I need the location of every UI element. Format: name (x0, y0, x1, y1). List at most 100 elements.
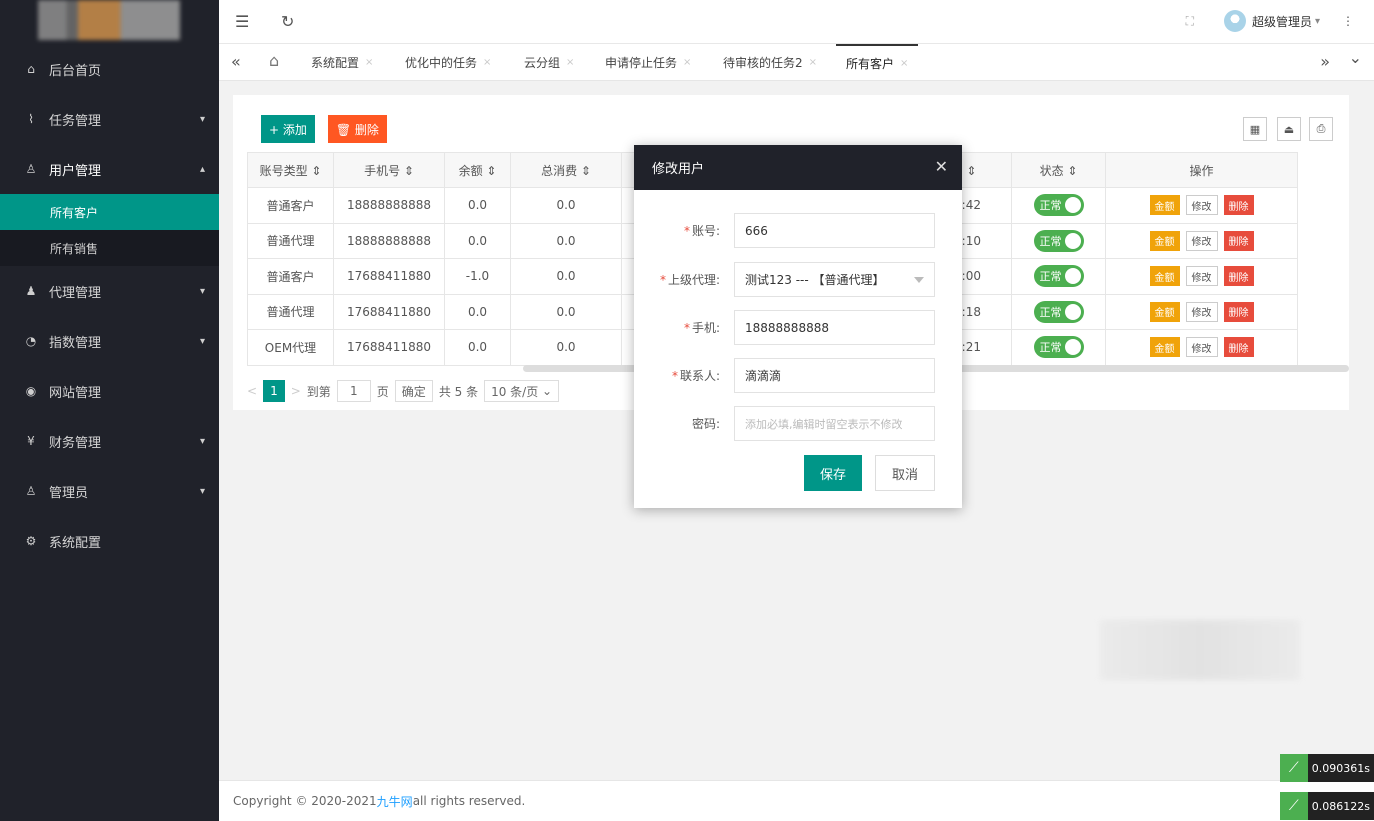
amount-button[interactable]: 金额 (1149, 195, 1180, 216)
amount-button[interactable]: 金额 (1149, 337, 1180, 358)
top-bar: ☰ ↻ ⛶ 超级管理员 ▾ ⋮ (219, 0, 1374, 44)
status-toggle[interactable]: 正常 (1033, 336, 1084, 359)
tab-label: 所有客户 (846, 57, 895, 71)
parent-agent-select[interactable]: 测试123 --- 【普通代理】 (734, 262, 935, 297)
cancel-button[interactable]: 取消 (875, 455, 935, 491)
status-cell: 正常 (1011, 258, 1106, 295)
tabs-bar: « ⌂ 系统配置 × 优化中的任务 × 云分组 × 申请停止任务 × 待审核的任务2 × 所有客户 ×… (219, 44, 1374, 81)
row-delete-button[interactable]: 删除 (1223, 230, 1254, 251)
goto-confirm-button[interactable]: 确定 (394, 380, 433, 402)
close-icon[interactable]: × (683, 57, 691, 68)
sidebar-item[interactable]: ♟ 代理管理 ▾ (0, 266, 219, 316)
column-header[interactable]: 总消费 ⇕ (510, 152, 622, 188)
save-button[interactable]: 保存 (804, 455, 862, 491)
total-cell: 0.0 (510, 258, 622, 295)
tab[interactable]: 所有客户 × (836, 44, 919, 81)
tab[interactable]: 优化中的任务 × (395, 44, 501, 81)
sidebar-item[interactable]: ♙ 管理员 ▾ (0, 466, 219, 516)
delete-button[interactable]: 🗑 删除 (327, 115, 387, 143)
goto-page-input[interactable]: 1 (336, 380, 371, 402)
tab[interactable]: 云分组 × (514, 44, 584, 81)
sidebar-item-label: 系统配置 (49, 535, 102, 551)
status-toggle[interactable]: 正常 (1033, 229, 1084, 252)
phone-row: * 手机: 18888888888 (634, 310, 962, 345)
balance-cell: 0.0 (444, 222, 511, 259)
sidebar-item[interactable]: ◉ 网站管理 (0, 366, 219, 416)
sidebar-subitem[interactable]: 所有客户 (0, 194, 219, 230)
export-icon[interactable]: ⏏ (1277, 117, 1301, 141)
tab-label: 系统配置 (311, 56, 360, 70)
password-field[interactable]: 添加必填,编辑时留空表示不修改 (734, 406, 935, 441)
row-delete-button[interactable]: 删除 (1223, 266, 1254, 287)
timer-value: 0.086122s (1311, 799, 1370, 813)
password-row: 密码: 添加必填,编辑时留空表示不修改 (634, 406, 962, 441)
next-page-button[interactable]: > (291, 384, 301, 398)
status-cell: 正常 (1011, 187, 1106, 224)
phone-cell: 17688411880 (333, 258, 445, 295)
edit-button[interactable]: 修改 (1185, 266, 1218, 287)
column-header[interactable]: 操作 (1105, 152, 1298, 188)
sidebar-item[interactable]: ◔ 指数管理 ▾ (0, 316, 219, 366)
more-icon[interactable]: ⋮ (1342, 14, 1354, 28)
sidebar-item[interactable]: ¥ 财务管理 ▾ (0, 416, 219, 466)
sidebar-item[interactable]: ⌂ 后台首页 (0, 44, 219, 94)
brand-link[interactable]: 九牛网 (377, 793, 413, 810)
home-tab-icon[interactable]: ⌂ (269, 51, 279, 70)
close-icon[interactable]: × (365, 57, 373, 68)
edit-button[interactable]: 修改 (1185, 230, 1218, 251)
print-icon[interactable]: ⎙ (1309, 117, 1333, 141)
edit-button[interactable]: 修改 (1185, 301, 1218, 322)
status-toggle[interactable]: 正常 (1033, 300, 1084, 323)
gauge-icon: ◔ (25, 334, 37, 348)
contact-field[interactable]: 滴滴滴 (734, 358, 935, 393)
timer-badge: ⟋ 0.090361s (1279, 754, 1374, 782)
tabs-dropdown-icon[interactable]: ⌄ (1349, 48, 1362, 67)
column-header[interactable]: 余额 ⇕ (444, 152, 511, 188)
account-field[interactable]: 666 (734, 213, 935, 248)
tab[interactable]: 申请停止任务 × (595, 44, 701, 81)
amount-button[interactable]: 金额 (1149, 230, 1180, 251)
menu-toggle-icon[interactable]: ☰ (235, 12, 249, 31)
row-delete-button[interactable]: 删除 (1223, 301, 1254, 322)
user-menu[interactable]: 超级管理员 ▾ ⋮ (1223, 10, 1354, 32)
row-delete-button[interactable]: 删除 (1223, 337, 1254, 358)
close-icon[interactable]: ✕ (935, 157, 948, 176)
status-toggle[interactable]: 正常 (1033, 194, 1084, 217)
tabs-scroll-right-icon[interactable]: » (1320, 52, 1330, 71)
tabs-scroll-left-icon[interactable]: « (231, 52, 241, 71)
tab[interactable]: 待审核的任务2 × (713, 44, 827, 81)
close-icon[interactable]: × (483, 57, 491, 68)
copyright-suffix: all rights reserved. (412, 794, 526, 808)
page-1-button[interactable]: 1 (263, 380, 285, 402)
refresh-icon[interactable]: ↻ (281, 12, 294, 31)
password-label: 密码: (691, 417, 720, 431)
amount-button[interactable]: 金额 (1149, 301, 1180, 322)
column-header[interactable]: 账号类型 ⇕ (247, 152, 334, 188)
sidebar-item[interactable]: ♙ 用户管理 ▴ (0, 144, 219, 194)
prev-page-button[interactable]: < (247, 384, 257, 398)
close-icon[interactable]: × (566, 57, 574, 68)
status-toggle[interactable]: 正常 (1033, 265, 1084, 288)
phone-field[interactable]: 18888888888 (734, 310, 935, 345)
column-header[interactable]: 手机号 ⇕ (333, 152, 445, 188)
columns-icon[interactable]: ▦ (1243, 117, 1267, 141)
edit-button[interactable]: 修改 (1185, 195, 1218, 216)
chevron-down-icon (914, 277, 924, 283)
add-button[interactable]: + 添加 (261, 115, 315, 143)
amount-button[interactable]: 金额 (1149, 266, 1180, 287)
parent-agent-value: 测试123 --- 【普通代理】 (745, 273, 885, 287)
blurred-watermark (1100, 620, 1300, 680)
edit-button[interactable]: 修改 (1185, 337, 1218, 358)
close-icon[interactable]: × (809, 57, 817, 68)
tab-label: 优化中的任务 (405, 56, 478, 70)
tab[interactable]: 系统配置 × (301, 44, 383, 81)
sidebar-subitem[interactable]: 所有销售 (0, 230, 219, 266)
sidebar-item[interactable]: ⌇ 任务管理 ▾ (0, 94, 219, 144)
sidebar-item[interactable]: ⚙ 系统配置 (0, 516, 219, 566)
page-size-select[interactable]: 10 条/页 ⌄ (484, 380, 560, 402)
fullscreen-icon[interactable]: ⛶ (1186, 14, 1194, 29)
row-delete-button[interactable]: 删除 (1223, 195, 1254, 216)
close-icon[interactable]: × (900, 58, 908, 69)
column-header[interactable]: 状态 ⇕ (1011, 152, 1106, 188)
footer: Copyright © 2020-2021 九牛网 all rights res… (219, 780, 1374, 821)
